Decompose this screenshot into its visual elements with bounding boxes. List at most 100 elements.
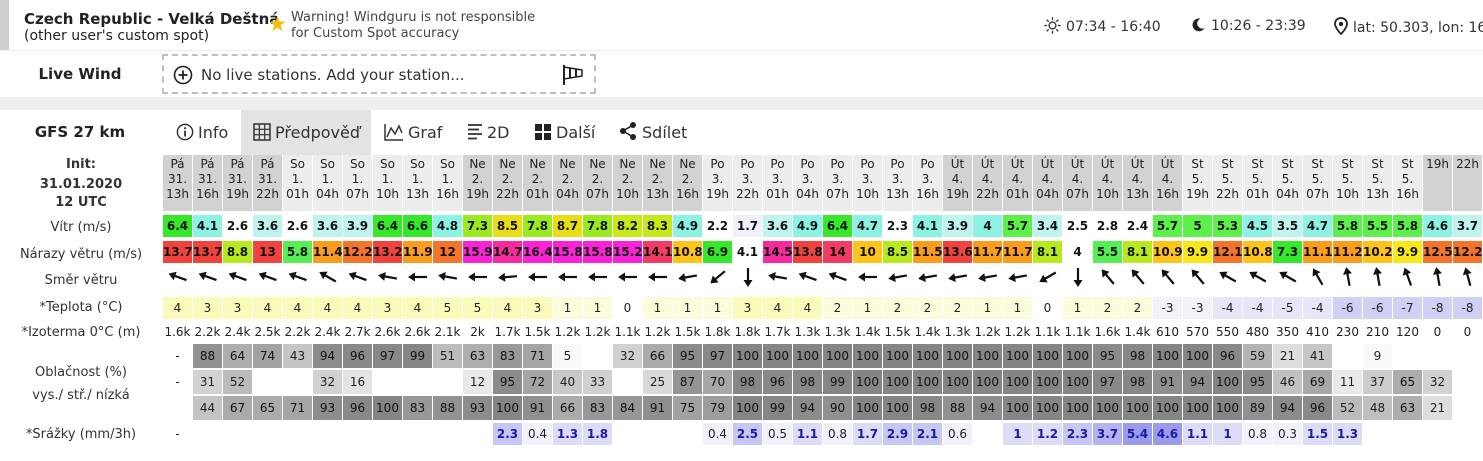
wind-cell: 7.3: [463, 215, 492, 237]
tab-graph[interactable]: Graf: [384, 110, 442, 155]
wind-cell: 3.9: [943, 215, 972, 237]
cl-cell: 100: [1153, 396, 1182, 420]
wind-direction-cell: [613, 265, 642, 291]
wind-direction-cell: [643, 265, 672, 291]
wind-direction-cell: [1363, 265, 1392, 291]
wind-cell: 2.3: [883, 215, 912, 237]
rain-cell: 0.3: [1273, 423, 1302, 445]
gust-cell: 13.7: [163, 241, 192, 263]
time-header-cell: Út 4. 16h: [1153, 155, 1182, 211]
cm-cell: 96: [763, 370, 792, 394]
wind-direction-cell: [733, 265, 762, 291]
label-temperature: *Teplota (°C): [39, 300, 123, 315]
frz-cell: 350: [1276, 325, 1299, 339]
gust-cell: 14.7: [493, 241, 522, 263]
wind-direction-cell: [1033, 265, 1062, 291]
label-rain: *Srážky (mm/3h): [25, 427, 137, 442]
cl-cell: 99: [763, 396, 792, 420]
add-station-link[interactable]: No live stations. Add your station...: [201, 66, 465, 84]
tab-share[interactable]: Sdílet: [618, 110, 687, 155]
time-header-cell: Ne 2. 16h: [673, 155, 702, 211]
time-header-cell: So 1. 04h: [313, 155, 342, 211]
cl-cell: 94: [973, 396, 1002, 420]
ch-cell: 100: [1003, 344, 1032, 368]
cm-cell: [253, 370, 282, 394]
tab-forecast[interactable]: Předpověď: [241, 110, 371, 155]
days-label: St: [1371, 157, 1384, 171]
rain-cell: [1393, 423, 1422, 445]
rain-cell: [1453, 423, 1482, 445]
cl-cell: 90: [823, 396, 852, 420]
add-circle-icon[interactable]: [173, 65, 193, 85]
ch-cell: 83: [493, 344, 522, 368]
gust-cell: 15.2: [613, 241, 642, 263]
hours-label: 19h: [226, 187, 249, 201]
wind-direction-cell: [403, 265, 432, 291]
tab-2d-label: 2D: [487, 123, 510, 142]
days-label: So: [440, 157, 455, 171]
temp-cell: -8: [1423, 297, 1452, 319]
direction-arrow-icon: [377, 272, 397, 281]
gust-cell: 11.7: [1003, 241, 1032, 263]
ch-cell: 21: [1273, 344, 1302, 368]
direction-arrow-icon: [437, 272, 457, 281]
ch-cell: 51: [433, 344, 462, 368]
dates-label: 5.: [1371, 172, 1384, 186]
wind-direction-cell: [853, 265, 882, 291]
model-name[interactable]: GFS 27 km: [0, 123, 160, 141]
cm-cell: [1453, 370, 1482, 394]
wind-direction-cell: [283, 265, 312, 291]
direction-arrow-icon: [288, 271, 307, 282]
cm-cell: 11: [1333, 370, 1362, 394]
add-station-box[interactable]: No live stations. Add your station...: [162, 54, 596, 94]
cm-cell: 100: [1213, 370, 1242, 394]
temp-cell: 1: [703, 297, 732, 319]
tab-2d[interactable]: 2D: [467, 110, 510, 155]
moonrise-moonset: 10:26 - 23:39: [1190, 17, 1306, 34]
direction-arrow-icon: [318, 271, 336, 283]
rain-cell: 5.4: [1123, 423, 1152, 445]
hours-label: 22h: [976, 187, 999, 201]
wind-cell: 3.9: [343, 215, 372, 237]
gust-cell: 15.8: [583, 241, 612, 263]
temp-cell: 3: [523, 297, 552, 319]
wind-direction-cell: [493, 265, 522, 291]
time-header-cell: Po 3. 01h: [763, 155, 792, 211]
wind-cell: 5: [1183, 215, 1212, 237]
wind-cell: 5.8: [1393, 215, 1422, 237]
forecast-table: Init: 31.01.2020 12 UTC Vítr (m/s) Náraz…: [0, 155, 1483, 461]
frz-cell: 1.4k: [914, 325, 941, 339]
star-icon[interactable]: ★: [268, 14, 287, 35]
days-label: So: [350, 157, 365, 171]
time-header-cell: So 1. 07h: [343, 155, 372, 211]
wind-cell: 4.1: [193, 215, 222, 237]
dates-label: 4.: [981, 172, 994, 186]
dates-label: 4.: [1041, 172, 1054, 186]
direction-arrow-icon: [228, 271, 247, 282]
cm-cell: 98: [733, 370, 762, 394]
rain-cell: 0.8: [1243, 423, 1272, 445]
direction-arrow-icon: [1131, 269, 1145, 285]
cm-cell: 25: [643, 370, 672, 394]
hours-label: 22h: [736, 187, 759, 201]
gust-cell: 14: [823, 241, 852, 263]
wind-cell: 4.6: [1423, 215, 1452, 237]
frz-cell: 550: [1216, 325, 1239, 339]
label-clouds: Oblačnost (%): [35, 365, 127, 380]
tab-more[interactable]: Další: [534, 110, 595, 155]
cl-cell: 65: [253, 396, 282, 420]
days-label: Po: [860, 157, 875, 171]
hours-label: 16h: [436, 187, 459, 201]
rain-cell: 2.5: [733, 423, 762, 445]
temp-cell: 3: [193, 297, 222, 319]
gust-cell: 4.1: [733, 241, 762, 263]
hours-label: 16h: [1156, 187, 1179, 201]
days-label: Po: [920, 157, 935, 171]
gust-cell: 12.2: [1453, 241, 1482, 263]
wind-cell: 3.6: [763, 215, 792, 237]
dates-label: 1.: [321, 172, 334, 186]
gust-cell: 9.9: [1183, 241, 1212, 263]
frz-cell: 1.3k: [944, 325, 971, 339]
wind-cell: 3.5: [1273, 215, 1302, 237]
tab-info[interactable]: Info: [176, 110, 228, 155]
